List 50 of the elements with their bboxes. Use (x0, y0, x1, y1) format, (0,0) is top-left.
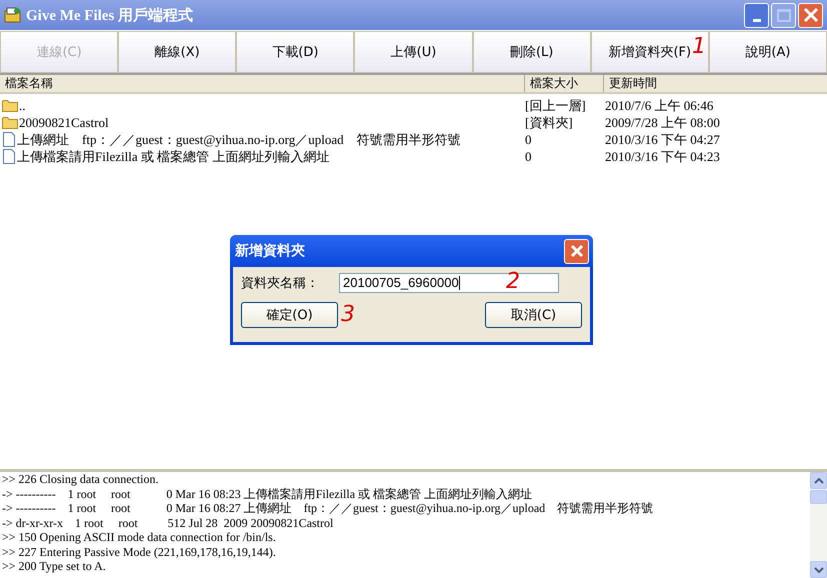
scrollbar[interactable] (810, 472, 827, 578)
log-line: >> 227 Entering Passive Mode (221,169,178,16,19,144). (2, 544, 277, 559)
close-button[interactable] (564, 238, 589, 264)
folder-icon (2, 99, 18, 112)
log-line: >> 226 Closing data connection. (2, 472, 160, 486)
scroll-up-icon[interactable] (810, 472, 827, 489)
file-time: 2010/7/6 上午 06:46 (605, 96, 714, 114)
file-size: 0 (525, 132, 532, 148)
column-header[interactable]: 更新時間 (604, 75, 827, 92)
file-name[interactable]: .. (19, 98, 26, 114)
scroll-thumb[interactable] (810, 490, 827, 504)
file-name[interactable]: 20090821Castrol (19, 114, 109, 130)
log-line: -> ---------- 1 root root 0 Mar 16 08:27 上傳網址 ftp：／／guest：guest@yihua.no-ip.org／upload 符號需用半形符號 (2, 501, 654, 516)
close-icon (570, 244, 584, 258)
toolbar-button[interactable]: 離線(X) (118, 31, 236, 73)
log-line: >> 150 Opening ASCII mode data connection for /bin/ls. (2, 530, 277, 544)
scroll-down-icon[interactable] (810, 561, 827, 578)
file-name[interactable]: 上傳檔案請用Filezilla 或 檔案總管 上面網址列輸入網址 (17, 148, 330, 166)
file-time: 2010/3/16 下午 04:23 (605, 148, 721, 166)
minimize-icon (752, 18, 760, 22)
ok-button[interactable]: 確定(O) (241, 302, 338, 328)
column-header[interactable]: 檔案大小 (525, 75, 604, 92)
close-button[interactable] (798, 2, 823, 28)
annotation-mark: 3 (341, 304, 355, 326)
file-size: 0 (525, 148, 532, 164)
minimize-button[interactable] (744, 2, 769, 28)
file-size: [資料夾] (525, 114, 574, 132)
cancel-button[interactable]: 取消(C) (485, 302, 582, 328)
toolbar-button[interactable]: 刪除(L) (472, 31, 591, 73)
toolbar-button[interactable]: 說明(A) (708, 31, 827, 73)
dialog-title: 新增資料夾 (235, 242, 305, 260)
toolbar-button[interactable]: 下載(D) (236, 31, 354, 73)
window-title: Give Me Files 用戶端程式 (26, 6, 194, 24)
column-header[interactable]: 檔案名稱 (0, 75, 525, 92)
file-time: 2010/3/16 下午 04:27 (605, 130, 721, 148)
annotation-mark: 1 (692, 36, 706, 58)
file-time: 2009/7/28 上午 08:00 (605, 114, 721, 132)
file-name[interactable]: 上傳網址 ftp：／／guest：guest@yihua.no-ip.org／upload 符號需用半形符號 (17, 130, 461, 148)
maximize-button[interactable] (771, 2, 796, 28)
field-label: 資料夾名稱： (241, 275, 319, 292)
annotation-mark: 2 (506, 271, 520, 293)
file-size: [回上一層] (525, 96, 587, 114)
close-icon (802, 7, 818, 23)
folder-icon (2, 116, 18, 129)
toolbar-button[interactable]: 上傳(U) (354, 31, 473, 73)
maximize-icon (776, 8, 790, 22)
log-line: >> 200 Type set to A. (2, 559, 107, 574)
log-line: -> dr-xr-xr-x 1 root root 512 Jul 28 2009 20090821Castrol (2, 516, 334, 530)
log-line: -> ---------- 1 root root 0 Mar 16 08:23 上傳檔案請用Filezilla 或 檔案總管 上面網址列輸入網址 (2, 486, 534, 501)
folder-app-icon (4, 6, 22, 24)
